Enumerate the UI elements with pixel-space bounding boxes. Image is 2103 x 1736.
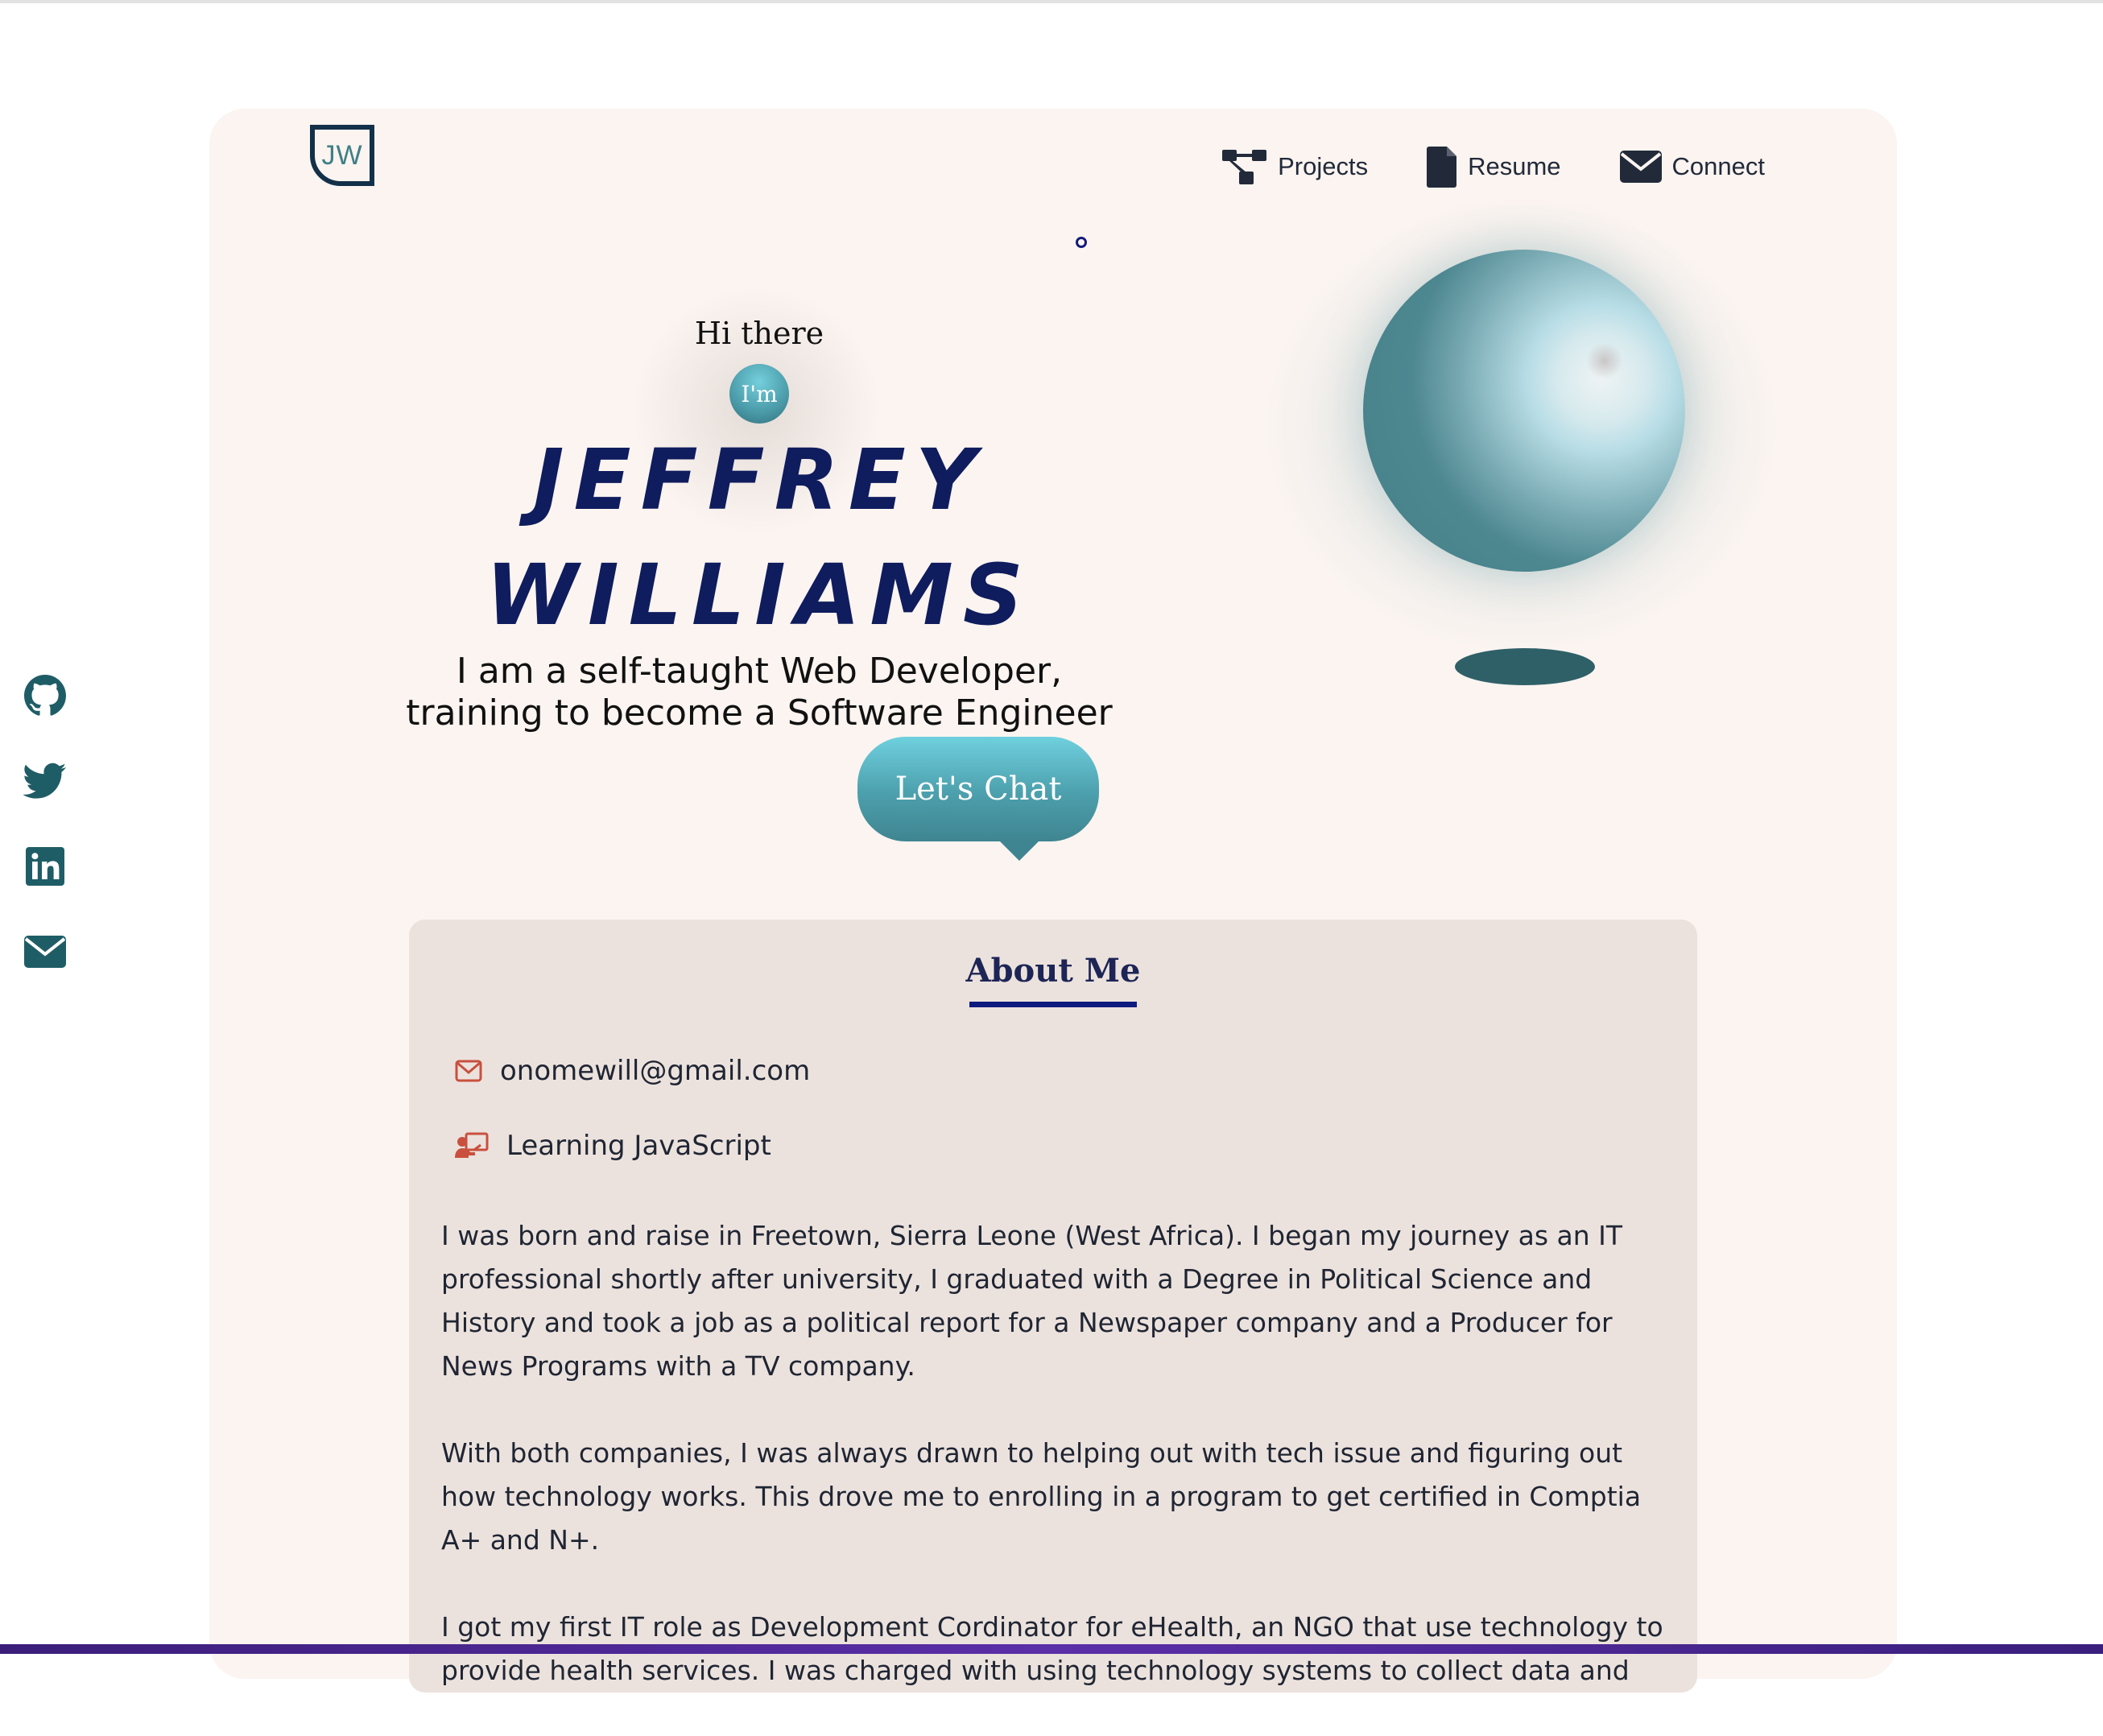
envelope-icon	[24, 936, 66, 968]
email-address[interactable]: onomewill@gmail.com	[500, 1055, 810, 1087]
learning-row: Learning JavaScript	[455, 1130, 771, 1162]
email-link[interactable]	[23, 929, 68, 974]
bio-paragraph: I was born and raise in Freetown, Sierra…	[441, 1220, 1623, 1382]
nav-label: Projects	[1278, 152, 1369, 180]
linkedin-link[interactable]	[23, 844, 68, 889]
decorative-dot	[1076, 237, 1087, 248]
hero-sphere	[1363, 250, 1685, 572]
im-badge: I'm	[729, 364, 789, 424]
social-links	[23, 673, 68, 974]
nav-label: Resume	[1468, 152, 1561, 180]
browser-top-border	[0, 0, 2103, 3]
nav-connect[interactable]: Connect	[1619, 150, 1765, 184]
sphere-shadow	[1455, 648, 1595, 685]
github-icon	[24, 675, 66, 716]
learning-status: Learning JavaScript	[506, 1130, 771, 1162]
nav-projects[interactable]: Projects	[1221, 147, 1368, 186]
nav-resume[interactable]: Resume	[1426, 145, 1561, 188]
twitter-link[interactable]	[23, 758, 68, 804]
logo-text: JW	[321, 139, 363, 171]
lets-chat-label: Let's Chat	[894, 771, 1062, 808]
github-link[interactable]	[23, 673, 68, 718]
about-title-underline	[969, 1002, 1137, 1007]
chalkboard-teacher-icon	[455, 1132, 489, 1158]
about-title: About Me	[965, 952, 1141, 990]
sitemap-icon	[1222, 150, 1267, 184]
browser-bottom-border	[0, 1644, 2103, 1654]
file-icon	[1427, 147, 1457, 188]
bio-paragraph: With both companies, I was always drawn …	[441, 1437, 1642, 1556]
email-row: onomewill@gmail.com	[455, 1055, 810, 1087]
tagline-line-1: I am a self-taught Web Developer,	[456, 651, 1063, 692]
tagline-line-2: training to become a Software Engineer	[406, 692, 1113, 734]
sphere-highlight	[1586, 342, 1623, 379]
logo[interactable]: JW	[310, 125, 374, 186]
lets-chat-button[interactable]: Let's Chat	[857, 737, 1099, 861]
about-bio: I was born and raise in Freetown, Sierra…	[441, 1214, 1681, 1736]
last-name-heading: WILLIAMS	[485, 546, 1033, 644]
twitter-icon	[23, 763, 67, 799]
linkedin-icon	[26, 847, 64, 886]
envelope-outline-icon	[455, 1060, 482, 1082]
nav-label: Connect	[1671, 152, 1765, 180]
envelope-icon	[1619, 151, 1662, 183]
main-nav: Projects Resume Connect	[1221, 145, 1765, 188]
im-badge-label: I'm	[741, 380, 778, 407]
tagline: I am a self-taught Web Developer, traini…	[0, 651, 1518, 734]
